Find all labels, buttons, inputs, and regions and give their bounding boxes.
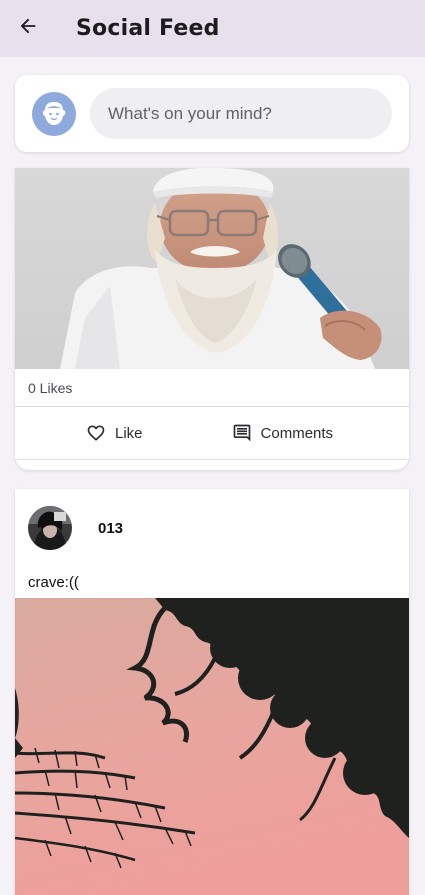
arrow-back-icon [17, 15, 39, 42]
post-card: 0 Likes Like Comments [15, 168, 409, 470]
post-username[interactable]: 013 [98, 520, 123, 537]
user-avatar-icon[interactable] [32, 91, 76, 136]
heart-outline-icon [86, 423, 106, 443]
avatar[interactable] [28, 506, 72, 550]
back-button[interactable] [0, 0, 56, 57]
post-composer [15, 75, 409, 152]
post-text: crave:(( [28, 574, 79, 591]
post-image[interactable] [15, 168, 409, 369]
page-title: Social Feed [76, 16, 220, 41]
post-input[interactable] [90, 88, 392, 139]
like-label: Like [115, 424, 143, 442]
post-actions: Like Comments [15, 407, 409, 460]
post-header: 013 [15, 489, 409, 567]
comments-button[interactable]: Comments [232, 423, 334, 443]
app-bar: Social Feed [0, 0, 425, 57]
comment-icon [232, 423, 252, 443]
comments-label: Comments [260, 424, 334, 442]
post-card: 013 crave:(( [15, 489, 409, 895]
like-button[interactable]: Like [86, 423, 143, 443]
post-image[interactable] [15, 598, 409, 895]
likes-count: 0 Likes [15, 369, 409, 407]
